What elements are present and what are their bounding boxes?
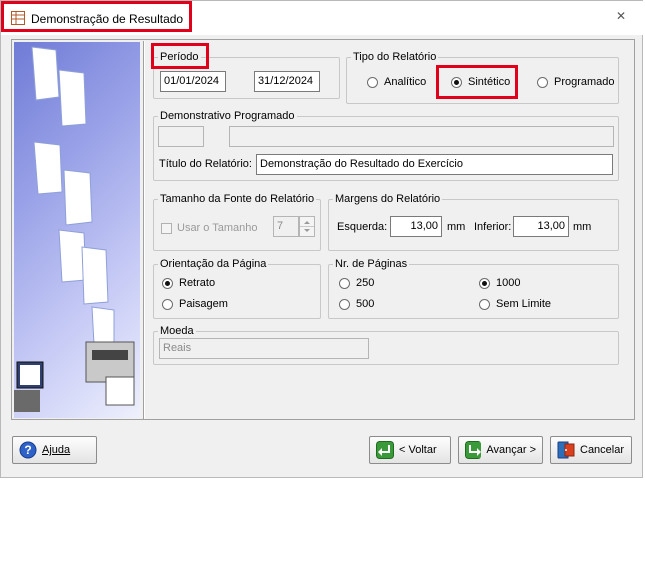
back-icon: [376, 441, 394, 459]
orientacao-label: Orientação da Página: [158, 258, 269, 271]
cancelar-label: Cancelar: [580, 444, 625, 456]
font-size-input[interactable]: 7: [273, 216, 299, 237]
radio-label: Programado: [554, 76, 615, 88]
ajuda-label: Ajuda: [42, 444, 71, 456]
radio-circle: [537, 76, 548, 88]
radio-circle: [339, 298, 350, 310]
font-size-spinner[interactable]: [299, 216, 315, 237]
radio-circle: [479, 298, 490, 310]
periodo-highlight-box: [151, 43, 209, 69]
radio-1000[interactable]: 1000: [479, 277, 520, 289]
cancel-icon: [557, 441, 575, 459]
wizard-side-image: [14, 42, 140, 418]
titulo-relatorio-input[interactable]: Demonstração do Resultado do Exercício: [256, 154, 613, 175]
paginas-group: Nr. de Páginas: [328, 258, 619, 319]
voltar-label: < Voltar: [399, 444, 437, 456]
demonstrativo-name-input[interactable]: [229, 126, 614, 147]
radio-paisagem[interactable]: Paisagem: [162, 298, 228, 310]
margem-inferior-input[interactable]: 13,00: [513, 216, 569, 237]
help-icon: ?: [19, 441, 37, 459]
radio-analitico[interactable]: Analítico: [367, 76, 426, 88]
radio-retrato[interactable]: Retrato: [162, 277, 215, 289]
radio-label: Sem Limite: [496, 298, 552, 310]
dialog-window: Demonstração de Resultado ✕ Período 01/0…: [0, 0, 644, 478]
title-highlight-box: [1, 1, 192, 32]
radio-label: 1000: [496, 277, 521, 289]
voltar-button[interactable]: < Voltar: [369, 436, 451, 464]
sintetico-highlight-box: [436, 65, 518, 99]
radio-label: Retrato: [179, 277, 216, 289]
radio-label: 500: [356, 298, 375, 310]
radio-label: 250: [356, 277, 375, 289]
margem-esquerda-input[interactable]: 13,00: [390, 216, 442, 237]
ajuda-button[interactable]: ? Ajuda: [12, 436, 97, 464]
esquerda-label: Esquerda:: [337, 221, 388, 233]
close-icon[interactable]: ✕: [616, 9, 626, 23]
radio-circle: [339, 277, 350, 289]
margens-label: Margens do Relatório: [333, 193, 443, 206]
periodo-end-input[interactable]: 31/12/2024: [254, 71, 320, 92]
avancar-label: Avançar >: [486, 444, 536, 456]
checkbox-box: [161, 222, 172, 234]
radio-circle: [162, 298, 173, 310]
inferior-unit: mm: [573, 221, 592, 233]
radio-500[interactable]: 500: [339, 298, 374, 310]
radio-label: Paisagem: [179, 298, 228, 310]
inferior-label: Inferior:: [474, 221, 512, 233]
checkbox-label: Usar o Tamanho: [177, 222, 258, 234]
paginas-label: Nr. de Páginas: [333, 258, 410, 271]
avancar-button[interactable]: Avançar >: [458, 436, 543, 464]
forward-icon: [465, 441, 482, 459]
tipo-relatorio-label: Tipo do Relatório: [351, 51, 439, 64]
moeda-label: Moeda: [158, 325, 196, 338]
titulo-relatorio-label: Título do Relatório:: [159, 158, 252, 170]
radio-250[interactable]: 250: [339, 277, 374, 289]
radio-circle-selected: [479, 277, 490, 289]
radio-circle: [367, 76, 378, 88]
radio-programado[interactable]: Programado: [537, 76, 615, 88]
demonstrativo-label: Demonstrativo Programado: [158, 110, 297, 123]
usar-tamanho-checkbox[interactable]: Usar o Tamanho: [161, 222, 258, 234]
radio-label: Analítico: [384, 76, 427, 88]
orientacao-group: Orientação da Página: [153, 258, 321, 319]
demonstrativo-code-input[interactable]: [158, 126, 204, 147]
moeda-input[interactable]: Reais: [159, 338, 369, 359]
fonte-label: Tamanho da Fonte do Relatório: [158, 193, 317, 206]
cancelar-button[interactable]: Cancelar: [550, 436, 632, 464]
documents-printer-illustration: [14, 46, 135, 412]
radio-sem-limite[interactable]: Sem Limite: [479, 298, 551, 310]
esquerda-unit: mm: [447, 221, 466, 233]
panel-divider: [143, 41, 145, 419]
spinner-arrows-icon: [300, 221, 314, 232]
periodo-start-input[interactable]: 01/01/2024: [160, 71, 226, 92]
radio-circle-selected: [162, 277, 173, 289]
svg-text:?: ?: [24, 443, 31, 457]
